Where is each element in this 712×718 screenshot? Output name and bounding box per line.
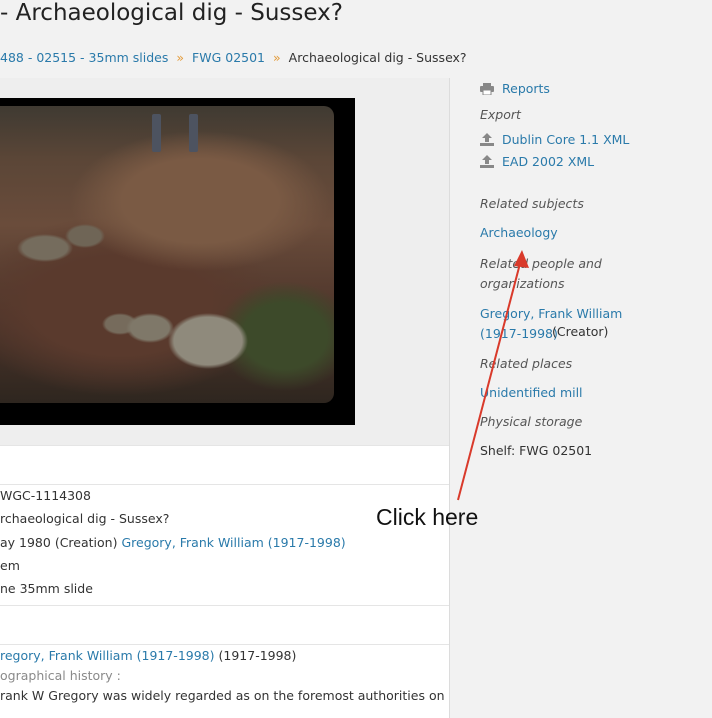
click-here-annotation: Click here <box>376 504 479 530</box>
annotation-arrow <box>457 250 529 501</box>
